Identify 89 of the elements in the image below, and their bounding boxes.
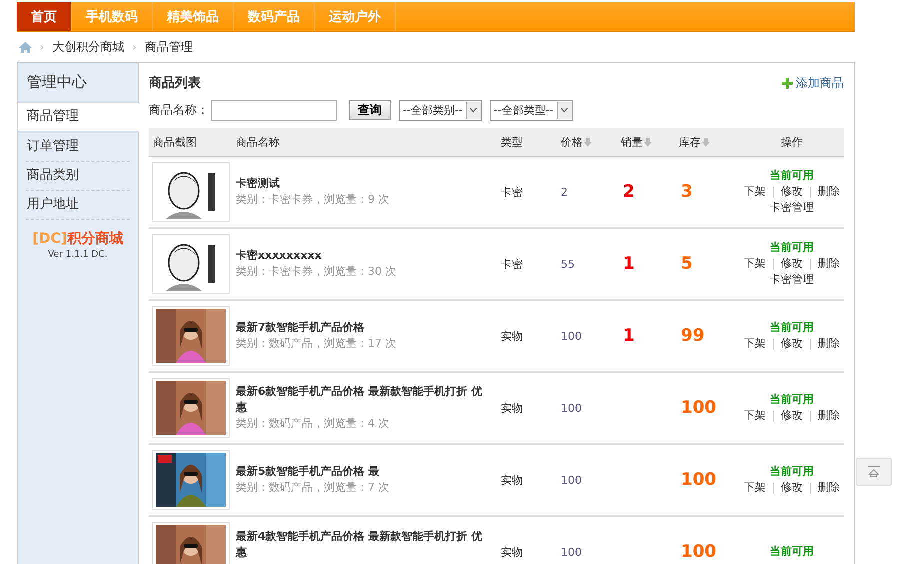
action-link[interactable]: 下架 — [744, 480, 766, 496]
table-cell-text: 实物 — [500, 544, 524, 560]
table-cell-text: 实物 — [500, 472, 524, 488]
sales-count: 2 — [622, 182, 636, 202]
sort-arrow-icon[interactable] — [702, 138, 710, 146]
up-arrow-icon — [867, 466, 881, 478]
product-meta: 类别：卡密卡券，浏览量：30 次 — [236, 264, 398, 280]
product-name: 卡密xxxxxxxxx — [236, 248, 323, 264]
action-link[interactable]: 下架 — [744, 336, 766, 352]
table-cell-text: 100 — [560, 546, 583, 558]
nav-tab[interactable]: 首页 — [17, 2, 72, 31]
column-header: 类型 — [500, 134, 524, 150]
product-name: 最新5款智能手机产品价格 最 — [236, 464, 380, 480]
table-cell-text: 卡密 — [500, 184, 524, 200]
back-to-top-button[interactable] — [856, 458, 892, 486]
status-text: 当前可用 — [770, 168, 814, 184]
action-link[interactable]: 修改 — [781, 408, 803, 424]
sort-arrow-icon[interactable] — [644, 138, 652, 146]
filter-dropdown[interactable]: --全部类别-- — [399, 100, 482, 120]
sidebar-item[interactable]: 商品管理 — [18, 103, 139, 133]
table-cell-text: 100 — [560, 330, 583, 342]
caret-icon — [470, 108, 478, 112]
product-name: 最新4款智能手机产品价格 最新款智能手机打折 优惠 — [236, 529, 484, 561]
column-header: 操作 — [780, 134, 804, 150]
action-link[interactable]: 卡密管理 — [770, 272, 814, 288]
action-link[interactable]: 删除 — [818, 480, 840, 496]
status-text: 当前可用 — [770, 392, 814, 408]
breadcrumb-link[interactable]: 商品管理 — [144, 38, 193, 56]
product-name: 最新6款智能手机产品价格 最新款智能手机打折 优惠 — [236, 384, 484, 416]
column-header[interactable]: 库存 — [675, 134, 737, 150]
table-cell-text: 100 — [560, 474, 583, 486]
column-header[interactable]: 销量 — [617, 134, 675, 150]
column-header[interactable]: 价格 — [557, 134, 617, 150]
plus-icon — [782, 78, 793, 88]
sales-count: 1 — [622, 326, 636, 346]
breadcrumb-link[interactable]: 大创积分商城 — [52, 38, 124, 56]
status-text: 当前可用 — [770, 240, 814, 256]
action-link[interactable]: 下架 — [744, 408, 766, 424]
column-header: 商品截图 — [152, 134, 198, 150]
version-text: Ver 1.1.1 DC. — [47, 250, 109, 260]
breadcrumb-separator: › — [132, 40, 137, 54]
table-cell-text: 卡密 — [500, 256, 524, 272]
column-header: 商品名称 — [235, 134, 281, 150]
stock-count: 99 — [680, 326, 706, 346]
table-cell-text: 55 — [560, 258, 576, 270]
add-product-link[interactable]: 添加商品 — [782, 74, 844, 92]
action-link[interactable]: 删除 — [818, 336, 840, 352]
product-name: 最新7款智能手机产品价格 — [236, 320, 366, 336]
filter-dropdown[interactable]: --全部类型-- — [490, 100, 573, 120]
status-text: 当前可用 — [770, 464, 814, 480]
breadcrumb-separator: › — [40, 40, 44, 54]
sidebar-item[interactable]: 订单管理 — [26, 133, 130, 162]
action-link[interactable]: 修改 — [781, 184, 803, 200]
table-cell-text: 实物 — [500, 400, 524, 416]
search-label: 商品名称： — [149, 102, 209, 118]
action-link[interactable]: 修改 — [781, 336, 803, 352]
action-link[interactable]: 修改 — [781, 256, 803, 272]
action-link[interactable]: 下架 — [744, 256, 766, 272]
status-text: 当前可用 — [770, 320, 814, 336]
sidebar-item[interactable]: 用户地址 — [26, 191, 130, 220]
stock-count: 100 — [680, 398, 718, 418]
sidebar-item[interactable]: 商品类别 — [26, 162, 130, 191]
product-meta: 类别：数码产品，浏览量：7 次 — [236, 480, 390, 496]
product-meta: 类别：卡密卡券，浏览量：9 次 — [236, 192, 390, 208]
action-link[interactable]: 删除 — [818, 256, 840, 272]
stock-count: 100 — [680, 470, 718, 490]
stock-count: 3 — [680, 182, 694, 202]
sales-count: 1 — [622, 254, 636, 274]
search-button[interactable]: 查询 — [349, 100, 391, 120]
table-cell-text: 2 — [560, 186, 569, 198]
caret-icon — [561, 108, 568, 112]
home-icon[interactable] — [19, 42, 32, 52]
action-link[interactable]: 删除 — [818, 184, 840, 200]
table-cell-text: 实物 — [500, 328, 524, 344]
product-meta: 类别：数码产品，浏览量：17 次 — [236, 336, 398, 352]
product-name: 卡密测试 — [236, 176, 281, 192]
action-link[interactable]: 卡密管理 — [770, 200, 814, 216]
stock-count: 5 — [680, 254, 694, 274]
brand-logo-text: [DC]积分商城 — [32, 230, 124, 248]
action-link[interactable]: 删除 — [818, 408, 840, 424]
sort-arrow-icon[interactable] — [584, 138, 592, 146]
status-text: 当前可用 — [770, 544, 814, 560]
section-title: 商品列表 — [149, 74, 201, 92]
search-field[interactable] — [211, 100, 337, 120]
stock-count: 100 — [680, 542, 718, 562]
product-meta: 类别：数码产品，浏览量：4 次 — [236, 416, 390, 432]
action-link[interactable]: 下架 — [744, 184, 766, 200]
table-cell-text: 100 — [560, 402, 583, 414]
action-link[interactable]: 修改 — [781, 480, 803, 496]
